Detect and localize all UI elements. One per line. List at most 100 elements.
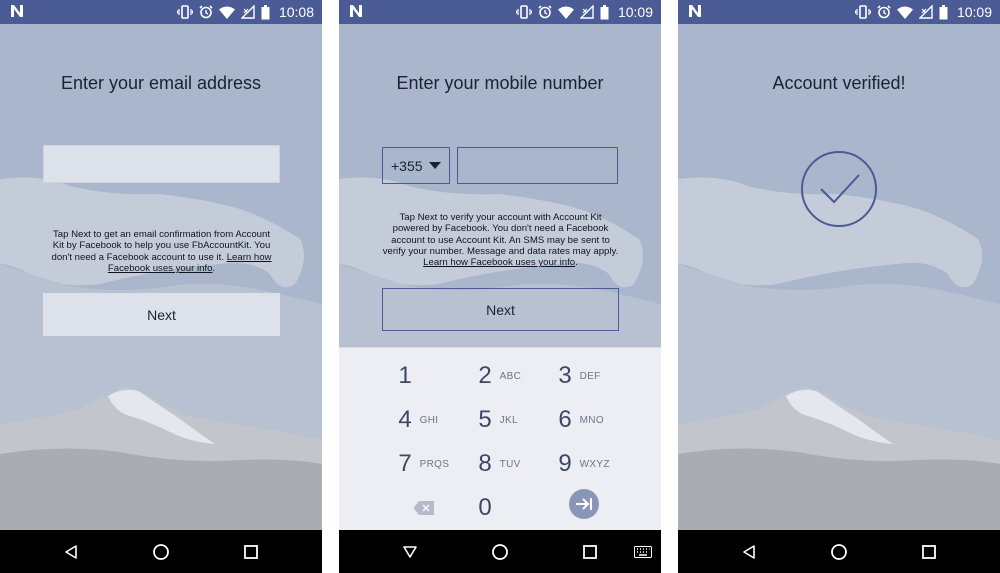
home-button[interactable] <box>141 530 181 573</box>
key-0[interactable]: 0 <box>459 488 549 528</box>
key-3[interactable]: 3 DEF <box>539 356 629 396</box>
battery-icon <box>261 4 270 19</box>
key-letters: TUV <box>499 458 521 470</box>
vibrate-icon <box>515 5 532 19</box>
key-5[interactable]: 5 JKL <box>459 400 549 440</box>
key-8[interactable]: 8 TUV <box>459 444 549 484</box>
backspace-key[interactable] <box>379 488 469 528</box>
recents-button[interactable] <box>570 530 610 573</box>
key-letters: MNO <box>579 414 604 426</box>
navigation-bar <box>678 530 1000 573</box>
page-title: Account verified! <box>772 73 906 93</box>
back-icon <box>743 544 755 559</box>
country-code-select[interactable]: +355 <box>382 147 450 184</box>
home-icon <box>153 543 169 560</box>
next-button[interactable]: Next <box>382 288 619 331</box>
status-bar: 10:08 <box>0 0 322 24</box>
recents-icon <box>244 544 258 559</box>
status-time: 10:09 <box>956 4 992 20</box>
status-time: 10:08 <box>278 4 314 20</box>
backspace-icon <box>413 501 434 515</box>
country-code-value: +355 <box>391 157 423 174</box>
key-letters: ABC <box>499 370 522 382</box>
notification-n-icon <box>11 5 23 17</box>
wifi-icon <box>218 6 235 19</box>
next-button[interactable]: Next <box>43 293 280 336</box>
keyboard-switch-button[interactable] <box>623 530 661 573</box>
home-icon <box>831 543 847 560</box>
home-button[interactable] <box>819 530 859 573</box>
key-1[interactable]: 1 <box>379 356 469 396</box>
info-text-body: Tap Next to verify your account with Acc… <box>382 212 619 257</box>
key-letters: GHI <box>419 414 439 426</box>
key-letters: JKL <box>499 414 518 426</box>
mountain-background <box>678 24 1000 530</box>
alarm-icon <box>538 5 552 19</box>
home-icon <box>492 543 508 560</box>
keyboard-icon <box>634 545 652 558</box>
page-title: Enter your mobile number <box>396 73 604 93</box>
battery-icon <box>600 4 609 19</box>
battery-icon <box>939 4 948 19</box>
phone-screen-email: 10:08 Enter your email address Tap Next … <box>0 0 322 573</box>
check-circle-icon <box>801 151 877 227</box>
back-icon <box>65 544 77 559</box>
key-digit: 1 <box>398 362 412 389</box>
key-digit: 3 <box>558 362 572 389</box>
key-digit: 5 <box>478 406 492 433</box>
key-4[interactable]: 4 GHI <box>379 400 469 440</box>
back-button[interactable] <box>729 530 769 573</box>
status-bar: 10:09 <box>339 0 661 24</box>
phone-screen-mobile: 10:09 Enter your mobile number +355 Tap … <box>339 0 661 573</box>
key-letters: PRQS <box>419 458 450 470</box>
next-field-key[interactable] <box>539 484 629 524</box>
mountain-background <box>0 24 322 530</box>
key-2[interactable]: 2 ABC <box>459 356 549 396</box>
info-text-end: . <box>575 257 578 269</box>
info-text-end: . <box>212 262 216 274</box>
notification-n-icon <box>350 5 362 17</box>
key-digit: 9 <box>558 450 572 477</box>
privacy-link[interactable]: Learn how Facebook uses your info <box>423 257 575 268</box>
recents-icon <box>583 544 597 559</box>
phone-screen-verified: 10:09 Account verified! <box>678 0 1000 573</box>
numeric-keypad: 1 2 ABC 3 DEF 4 GHI 5 JKL 6 MNO 7 PRQS 8 TUV 9W… <box>339 347 661 530</box>
key-digit: 6 <box>558 406 572 433</box>
alarm-icon <box>199 5 213 19</box>
back-button[interactable] <box>51 530 91 573</box>
status-bar: 10:09 <box>678 0 1000 24</box>
next-field-icon <box>569 489 599 519</box>
navigation-bar <box>339 530 661 573</box>
wifi-icon <box>896 6 913 19</box>
notification-n-icon <box>689 5 701 17</box>
info-text: Tap Next to verify your account with Acc… <box>380 212 621 268</box>
alarm-icon <box>877 5 891 19</box>
email-field[interactable] <box>43 145 280 183</box>
key-7[interactable]: 7 PRQS <box>379 444 469 484</box>
vibrate-icon <box>176 5 193 19</box>
dropdown-caret-icon <box>428 162 441 169</box>
key-digit: 0 <box>478 494 492 521</box>
key-9[interactable]: 9 WXYZ <box>539 444 629 484</box>
key-letters: DEF <box>579 370 601 382</box>
back-down-icon <box>403 545 417 558</box>
home-button[interactable] <box>480 530 520 573</box>
recents-button[interactable] <box>909 530 949 573</box>
signal-icon <box>240 5 255 19</box>
vibrate-icon <box>854 5 871 19</box>
recents-icon <box>922 544 936 559</box>
key-digit: 4 <box>398 406 412 433</box>
recents-button[interactable] <box>231 530 271 573</box>
key-letters: WXYZ <box>579 458 610 470</box>
key-digit: 7 <box>398 450 412 477</box>
status-time: 10:09 <box>617 4 653 20</box>
info-text: Tap Next to get an email confirmation fr… <box>48 229 275 274</box>
wifi-icon <box>557 6 574 19</box>
back-button[interactable] <box>390 530 430 573</box>
key-digit: 8 <box>478 450 492 477</box>
phone-number-field[interactable] <box>457 147 618 184</box>
key-digit: 2 <box>478 362 492 389</box>
key-6[interactable]: 6 MNO <box>539 400 629 440</box>
signal-icon <box>918 5 933 19</box>
page-title: Enter your email address <box>60 73 262 93</box>
